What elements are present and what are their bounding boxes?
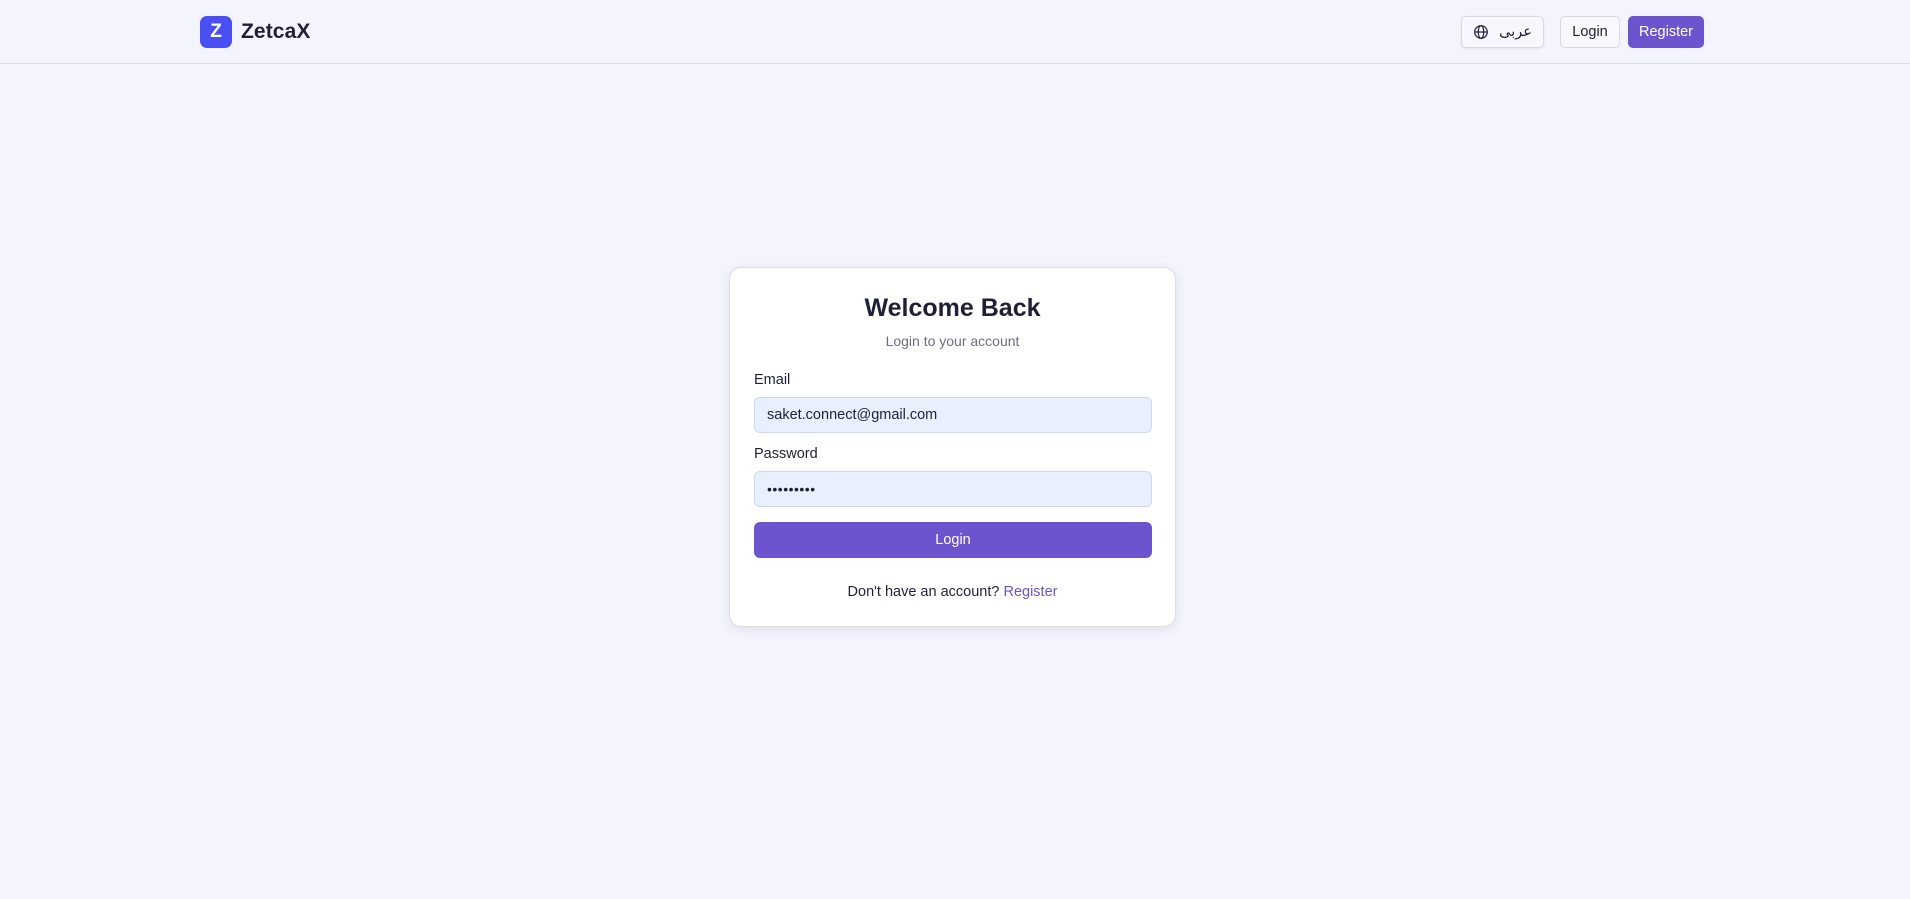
brand-name: ZetcaX bbox=[241, 20, 311, 43]
password-label: Password bbox=[754, 446, 818, 462]
header-register-button[interactable]: Register bbox=[1628, 16, 1704, 48]
header-actions: عربى Login Register bbox=[1461, 16, 1704, 48]
language-switch-label: عربى bbox=[1499, 24, 1532, 40]
login-submit-button[interactable]: Login bbox=[754, 522, 1152, 558]
language-switch-button[interactable]: عربى bbox=[1461, 16, 1544, 48]
register-prompt-text: Don't have an account? bbox=[847, 584, 1000, 600]
brand-logo-icon: Z bbox=[200, 16, 232, 48]
brand-logo-link[interactable]: Z ZetcaX bbox=[200, 16, 310, 48]
login-card: Welcome Back Login to your account Email… bbox=[729, 267, 1176, 627]
top-navigation-bar: Z ZetcaX عربى Login Register bbox=[0, 0, 1910, 64]
register-prompt: Don't have an account? Register bbox=[730, 584, 1175, 600]
email-input[interactable] bbox=[754, 397, 1152, 433]
login-subtitle: Login to your account bbox=[885, 333, 1020, 349]
header-login-button[interactable]: Login bbox=[1560, 16, 1620, 48]
email-label: Email bbox=[754, 372, 791, 388]
login-title: Welcome Back bbox=[864, 294, 1041, 322]
register-link[interactable]: Register bbox=[1003, 584, 1057, 600]
globe-icon bbox=[1473, 24, 1489, 40]
password-input[interactable] bbox=[754, 471, 1152, 507]
